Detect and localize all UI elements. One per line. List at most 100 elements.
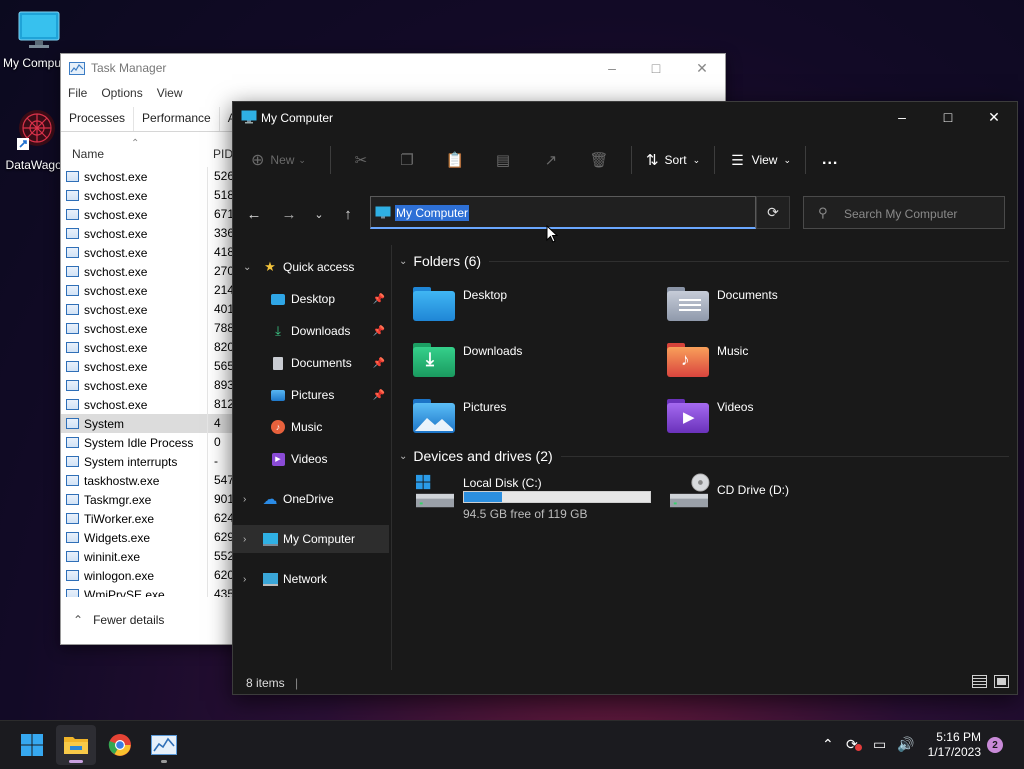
trash-icon: 🗑 [589,152,609,169]
plus-circle-icon: ⊕ [251,152,265,169]
volume-icon[interactable]: 🔊 [897,736,914,753]
delete-button[interactable]: 🗑 [575,144,623,176]
share-icon: ↗ [544,152,558,169]
document-icon [269,355,287,371]
process-name: svchost.exe [84,302,148,317]
network-icon[interactable]: ▭ [873,736,886,753]
process-icon [66,323,79,334]
refresh-button[interactable]: ⟳ [756,196,790,229]
sidebar-item-videos[interactable]: ▶ Videos [233,445,389,473]
sidebar-item-downloads[interactable]: ⤓ Downloads 📌 [233,317,389,345]
tab-performance[interactable]: Performance [134,107,220,131]
paste-button[interactable]: 📋 [431,144,479,176]
share-button[interactable]: ↗ [527,144,575,176]
folder-documents[interactable]: Documents [667,285,917,329]
forward-button[interactable]: → [275,196,303,232]
tab-processes[interactable]: Processes [61,107,135,131]
pin-icon[interactable]: 📌 [373,326,385,337]
chevron-up-icon[interactable]: ⌃ [822,736,834,753]
process-name: svchost.exe [84,359,148,374]
sync-error-icon[interactable]: ⟳ [846,736,862,753]
sort-button[interactable]: ⇅ Sort ⌄ [646,144,700,176]
sidebar-item-desktop[interactable]: Desktop 📌 [233,285,389,313]
clock[interactable]: 5:16 PM 1/17/2023 [919,730,981,760]
sidebar-label: Desktop [291,292,336,306]
process-name: winlogon.exe [84,568,155,583]
pin-icon[interactable]: 📌 [373,390,385,401]
sidebar-item-quick-access[interactable]: ⌄ ★ Quick access [233,253,389,281]
chevron-down-icon: ⌄ [314,208,324,221]
process-icon [66,361,79,372]
back-button[interactable]: ← [240,196,268,232]
folder-videos[interactable]: ▶ Videos [667,397,917,441]
videos-folder-icon: ▶ [667,397,711,435]
sidebar-item-music[interactable]: ♪ Music [233,413,389,441]
minimize-button[interactable]: – [879,102,925,132]
process-name: svchost.exe [84,378,148,393]
sidebar-label: Quick access [283,260,355,274]
sidebar-item-my-computer[interactable]: › My Computer [233,525,389,553]
new-button[interactable]: ⊕ New ⌄ [251,144,306,176]
taskbar-file-explorer[interactable] [56,725,96,765]
folder-desktop[interactable]: Desktop [413,285,663,329]
drive-local-disk-c[interactable]: Local Disk (C:) 94.5 GB free of 119 GB [413,473,663,523]
folder-downloads[interactable]: ⤓ Downloads [413,341,663,385]
clock-time: 5:16 PM [936,730,981,744]
fewer-details-button[interactable]: ⌃ Fewer details [61,608,164,632]
navigation-bar: ← → ⌄ ↑ My Computer ⌄ ⟳ ⚲ Search My Comp… [233,196,1017,232]
folders-section-header[interactable]: ⌄ Folders (6) [399,251,481,271]
arrow-up-icon: ↑ [344,205,352,223]
folder-music[interactable]: ♪ Music [667,341,917,385]
view-button[interactable]: ☰ View ⌄ [731,144,791,176]
tm-menu-view[interactable]: View [150,83,190,105]
search-box[interactable]: ⚲ Search My Computer [803,196,1005,229]
sidebar-label: Network [283,572,328,586]
tm-menu-options[interactable]: Options [94,83,149,105]
sidebar-item-pictures[interactable]: Pictures 📌 [233,381,389,409]
task-manager-title: Task Manager [91,61,167,75]
scissors-icon: ✂ [354,152,368,169]
folder-pictures[interactable]: Pictures [413,397,663,441]
large-icons-view-icon[interactable] [994,675,1009,688]
address-text[interactable]: My Computer [395,205,470,221]
folder-label: Pictures [463,400,507,414]
file-explorer-window[interactable]: My Computer – □ ✕ ⊕ New ⌄ ✂ ❐ 📋 ▤ ↗ 🗑 ⇅ … [232,101,1018,695]
tm-minimize-button[interactable]: – [589,54,635,82]
start-button[interactable] [12,725,52,765]
process-name: taskhostw.exe [84,473,160,488]
process-icon [66,551,79,562]
pin-icon[interactable]: 📌 [373,294,385,305]
sidebar-item-documents[interactable]: Documents 📌 [233,349,389,377]
section-divider [489,261,1009,262]
drives-header-label: Devices and drives (2) [413,448,553,464]
pin-icon[interactable]: 📌 [373,358,385,369]
tm-menu-file[interactable]: File [61,83,94,105]
details-view-icon[interactable] [972,675,987,688]
more-options-button[interactable]: ... [822,144,838,176]
close-button[interactable]: ✕ [971,102,1017,132]
notification-badge[interactable]: 2 [987,737,1003,753]
tm-menubar: File Options View [61,83,190,105]
task-manager-icon [69,61,85,75]
folder-label: Videos [717,400,754,414]
rename-button[interactable]: ▤ [479,144,527,176]
column-header-pid[interactable]: PID [213,147,233,161]
explorer-titlebar[interactable]: My Computer – □ ✕ [233,102,1017,132]
address-bar[interactable]: My Computer ⌄ [370,196,882,229]
drives-section-header[interactable]: ⌄ Devices and drives (2) [399,446,553,466]
column-header-name[interactable]: Name [72,147,104,161]
tm-close-button[interactable]: ✕ [679,54,725,82]
cut-button[interactable]: ✂ [339,144,383,176]
drive-cd-d[interactable]: CD Drive (D:) [667,473,917,517]
view-list-icon: ☰ [731,151,744,168]
sidebar-item-network[interactable]: › Network [233,565,389,593]
sort-icon: ⇅ [645,152,659,169]
sidebar-item-onedrive[interactable]: › ☁ OneDrive [233,485,389,513]
tm-maximize-button[interactable]: □ [633,54,679,82]
taskbar-task-manager[interactable] [144,725,184,765]
recent-locations-button[interactable]: ⌄ [305,196,333,232]
taskbar-chrome[interactable] [100,725,140,765]
up-button[interactable]: ↑ [334,196,362,232]
copy-button[interactable]: ❐ [383,144,431,176]
maximize-button[interactable]: □ [925,102,971,132]
